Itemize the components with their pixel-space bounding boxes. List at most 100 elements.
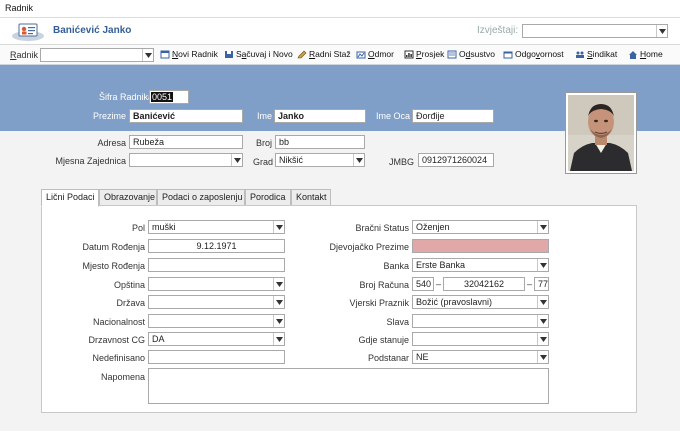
adresa-field[interactable]: Rubeža [129,135,243,149]
broj-field[interactable]: bb [275,135,365,149]
employee-card-icon [10,22,46,42]
grad-combo[interactable]: Nikšić [275,153,365,167]
chevron-down-icon[interactable] [142,49,153,61]
djevojacko-label: Djevojačko Prezime [329,242,409,252]
toolbar-button-label: Odmor [368,49,394,59]
radnik-combo[interactable] [40,48,154,62]
slava-label: Slava [386,317,409,327]
chevron-down-icon[interactable] [273,333,284,345]
mjesto-field[interactable] [148,258,285,272]
tab-podaci-o-zaposlenju[interactable]: Podaci o zaposlenju [157,189,245,206]
pol-combo[interactable]: muški [148,220,285,234]
racun-number-field[interactable]: 32042162 [443,277,525,291]
tab-obrazovanje[interactable]: Obrazovanje [99,189,157,206]
broj-label: Broj [255,138,272,148]
sifra-field[interactable]: 0051 [149,90,189,104]
izvjestaji-label: Izvještaji: [477,25,519,36]
toolbar-button-label: Home [640,49,663,59]
toolbar-button-label: Odsustvo [459,49,495,59]
union-icon [576,51,584,58]
save-icon [225,50,233,58]
tab-kontakt[interactable]: Kontakt [291,189,331,206]
racun-suffix-field[interactable]: 77 [534,277,549,291]
jmbg-label: JMBG [388,157,414,167]
napomena-textarea[interactable] [148,368,549,404]
sifra-label: Šifra Radnika [98,92,153,102]
home-icon [629,50,637,59]
ime-label: Ime [256,111,272,121]
racun-separator: – [526,279,532,289]
praznik-label: Vjerski Praznik [349,298,409,308]
vacation-icon [356,51,366,58]
mjesto-label: Mjesto Rođenja [82,261,145,271]
toolbar-button-absence[interactable]: Odsustvo [447,49,495,59]
toolbar-button-average[interactable]: Prosjek [404,49,444,59]
opstina-label: Opština [113,280,145,290]
opstina-combo[interactable] [148,277,285,291]
nacionalnost-combo[interactable] [148,314,285,328]
toolbar-button-responsibility[interactable]: Odgovornost [503,49,564,59]
chevron-down-icon[interactable] [537,296,548,308]
chevron-down-icon[interactable] [273,221,284,233]
banka-label: Banka [383,261,409,271]
adresa-label: Adresa [97,138,126,148]
chevron-down-icon[interactable] [273,315,284,327]
tab-licni-podaci[interactable]: Lični Podaci [41,189,99,207]
chevron-down-icon[interactable] [537,221,548,233]
drzava-label: Država [116,298,145,308]
grad-label: Grad [252,157,273,167]
responsibility-icon [503,51,513,58]
datum-label: Datum Rođenja [82,242,145,252]
toolbar-button-pencil[interactable]: Radni Staž [297,49,351,59]
stanuje-combo[interactable] [412,332,549,346]
mz-combo[interactable] [129,153,243,167]
izvjestaji-combo[interactable] [522,24,668,38]
toolbar-button-label: Prosjek [416,49,445,59]
djevojacko-field[interactable] [412,239,549,253]
ime-field[interactable]: Janko [274,109,366,123]
nedefinisano-field[interactable] [148,350,285,364]
chevron-down-icon[interactable] [537,351,548,363]
employee-photo [565,92,637,174]
chevron-down-icon[interactable] [537,259,548,271]
window-title: Radnik [5,3,34,13]
drzavnost-combo[interactable]: DA [148,332,285,346]
chevron-down-icon[interactable] [353,154,364,166]
datum-field[interactable]: 9.12.1971 [148,239,285,253]
banka-combo[interactable]: Erste Banka [412,258,549,272]
podstanar-combo[interactable]: NE [412,350,549,364]
chevron-down-icon[interactable] [656,25,667,37]
chevron-down-icon[interactable] [537,333,548,345]
employee-name-title: Banićević Janko [53,25,132,36]
praznik-combo[interactable]: Božić (pravoslavni) [412,295,549,309]
toolbar-button-label: Sindikat [587,49,618,59]
racun-separator: – [435,279,441,289]
prezime-field[interactable]: Banićević [129,109,243,123]
new-record-icon [160,50,170,58]
ime-oca-field[interactable]: Đorđije [412,109,494,123]
toolbar-button-vacation[interactable]: Odmor [356,49,394,59]
toolbar-button-new-record[interactable]: Novi Radnik [160,49,218,59]
tab-porodica[interactable]: Porodica [245,189,291,206]
chevron-down-icon[interactable] [273,278,284,290]
racun-prefix-field[interactable]: 540 [412,277,434,291]
prezime-label: Prezime [92,111,126,121]
racun-label: Broj Računa [359,280,409,290]
mz-label: Mjesna Zajednica [55,156,126,166]
toolbar-button-save[interactable]: Sačuvaj i Novo [224,49,293,59]
stanuje-label: Gdje stanuje [358,335,409,345]
toolbar-button-home[interactable]: Home [628,49,663,59]
toolbar-button-union[interactable]: Sindikat [575,49,617,59]
nacionalnost-label: Nacionalnost [92,317,145,327]
jmbg-field[interactable]: 0912971260024 [418,153,494,167]
chevron-down-icon[interactable] [537,315,548,327]
napomena-label: Napomena [100,372,145,382]
window-titlebar: Radnik [0,0,680,18]
slava-combo[interactable] [412,314,549,328]
toolbar-button-label: Sačuvaj i Novo [236,49,293,59]
toolbar-button-label: Odgovornost [515,49,564,59]
drzava-combo[interactable] [148,295,285,309]
chevron-down-icon[interactable] [231,154,242,166]
chevron-down-icon[interactable] [273,296,284,308]
bracni-combo[interactable]: Oženjen [412,220,549,234]
